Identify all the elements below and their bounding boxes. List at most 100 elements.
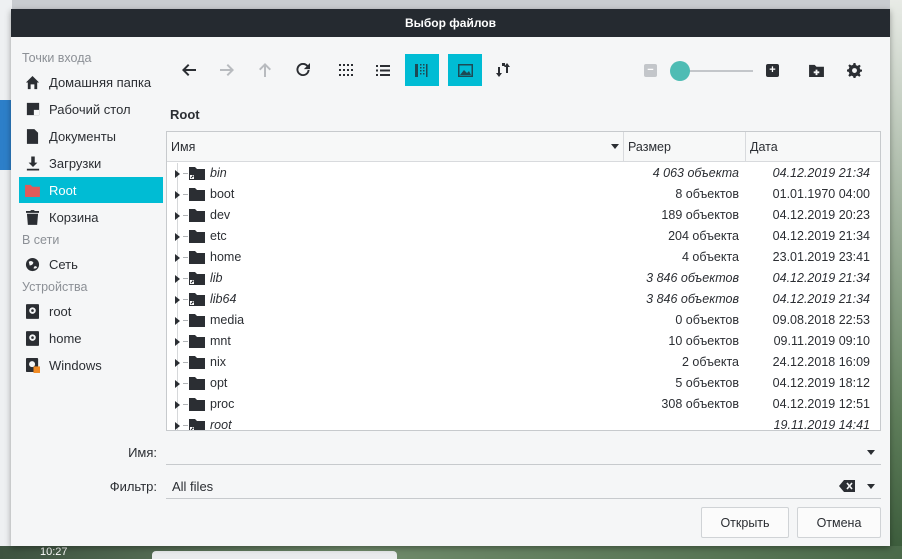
file-date: 04.12.2019 21:34 [772,166,870,180]
list-view-button[interactable] [366,54,400,86]
file-date: 24.12.2018 16:09 [772,355,870,369]
table-row[interactable]: proc 308 объектов 04.12.2019 12:51 [167,394,880,415]
sidebar-item-documents[interactable]: Документы [19,123,163,149]
grid-icon [339,64,353,76]
sidebar-item-label: Сеть [49,256,78,272]
expander-arrow-icon[interactable] [175,296,180,304]
table-row[interactable]: lib 3 846 объектов 04.12.2019 21:34 [167,268,880,289]
sidebar-item-desktop[interactable]: Рабочий стол [19,96,163,122]
sidebar-item-root[interactable]: Root [19,177,163,203]
preview-button[interactable] [448,54,482,86]
columns-icon [415,63,428,77]
download-icon [25,156,40,171]
zoom-in-button[interactable]: + [766,64,779,77]
file-size: 2 объекта [681,355,739,369]
compact-view-button[interactable] [405,54,439,86]
expander-arrow-icon[interactable] [175,380,180,388]
table-row[interactable]: nix 2 объекта 24.12.2018 16:09 [167,352,880,373]
file-name: etc [210,229,227,243]
list-icon [376,64,390,76]
folder-icon [189,314,205,327]
name-label: Имя: [128,445,157,460]
expander-arrow-icon[interactable] [175,317,180,325]
cancel-button[interactable]: Отмена [797,507,881,538]
file-size: 4 объекта [681,250,739,264]
expander-arrow-icon[interactable] [175,254,180,262]
chevron-down-icon[interactable] [867,484,875,489]
file-size: 8 объектов [675,187,739,201]
tree-line [183,215,188,216]
folder-icon [189,251,205,264]
sidebar-item-drive-root[interactable]: root [19,298,163,324]
table-row[interactable]: home 4 объекта 23.01.2019 23:41 [167,247,880,268]
expander-arrow-icon[interactable] [175,338,180,346]
window-titlebar[interactable]: Выбор файлов [11,9,890,37]
column-header-name[interactable]: Имя [167,132,624,161]
sidebar-item-home[interactable]: Домашняя папка [19,69,163,95]
file-size: 10 объектов [668,334,739,348]
section-network: В сети [22,233,60,247]
file-size: 5 объектов [675,376,739,390]
sort-button[interactable] [486,54,520,86]
sidebar-item-downloads[interactable]: Загрузки [19,150,163,176]
tree-line [183,299,188,300]
folder-icon [189,209,205,222]
column-header-size[interactable]: Размер [624,132,746,161]
expander-arrow-icon[interactable] [175,359,180,367]
expander-arrow-icon[interactable] [175,233,180,241]
table-row[interactable]: media 0 объектов 09.08.2018 22:53 [167,310,880,331]
expander-arrow-icon[interactable] [175,422,180,430]
icon-view-button[interactable] [329,54,363,86]
table-row[interactable]: dev 189 объектов 04.12.2019 20:23 [167,205,880,226]
file-date: 04.12.2019 21:34 [772,271,870,285]
file-date: 04.12.2019 12:51 [772,397,870,411]
table-row[interactable]: root 19.11.2019 14:41 [167,415,880,430]
sidebar-item-trash[interactable]: Корзина [19,204,163,230]
file-list[interactable]: Имя Размер Дата bin 4 063 объекта 04.12.20… [166,131,881,431]
file-date: 04.12.2019 21:34 [772,292,870,306]
sidebar-item-drive-home[interactable]: home [19,325,163,351]
sidebar-item-drive-windows[interactable]: Windows [19,352,163,378]
file-size: 3 846 объектов [646,292,739,306]
tree-line [183,383,188,384]
home-icon [25,75,40,90]
table-row[interactable]: etc 204 объекта 04.12.2019 21:34 [167,226,880,247]
table-row[interactable]: opt 5 объектов 04.12.2019 18:12 [167,373,880,394]
zoom-slider-track[interactable] [681,70,753,72]
table-row[interactable]: lib64 3 846 объектов 04.12.2019 21:34 [167,289,880,310]
file-name: lib64 [210,292,237,306]
tree-line [183,341,188,342]
chevron-down-icon[interactable] [867,450,875,455]
reload-button[interactable] [286,54,320,86]
column-header-date[interactable]: Дата [746,132,880,161]
sidebar-item-label: Документы [49,128,117,144]
file-name: bin [210,166,227,180]
folder-icon [25,183,40,198]
sidebar-item-network[interactable]: Сеть [19,251,163,277]
back-button[interactable] [172,54,206,86]
taskbar-window-tab [152,551,397,559]
settings-button[interactable] [837,54,871,86]
zoom-out-button[interactable]: − [644,64,657,77]
table-row[interactable]: bin 4 063 объекта 04.12.2019 21:34 [167,163,880,184]
open-button[interactable]: Открыть [701,507,789,538]
up-button[interactable] [248,54,282,86]
expander-arrow-icon[interactable] [175,212,180,220]
filter-combo[interactable]: All files [166,473,881,499]
new-folder-button[interactable] [799,54,833,86]
expander-arrow-icon[interactable] [175,275,180,283]
expander-arrow-icon[interactable] [175,170,180,178]
forward-button[interactable] [210,54,244,86]
tree-line [183,362,188,363]
arrow-right-icon [220,64,234,76]
tree-line [183,278,188,279]
plus-icon: + [769,64,776,76]
table-row[interactable]: boot 8 объектов 01.01.1970 04:00 [167,184,880,205]
file-size: 0 объектов [675,313,739,327]
expander-arrow-icon[interactable] [175,401,180,409]
filename-field[interactable] [166,439,881,465]
zoom-slider-handle[interactable] [670,61,690,81]
expander-arrow-icon[interactable] [175,191,180,199]
table-row[interactable]: mnt 10 объектов 09.11.2019 09:10 [167,331,880,352]
clear-icon[interactable] [839,480,855,492]
